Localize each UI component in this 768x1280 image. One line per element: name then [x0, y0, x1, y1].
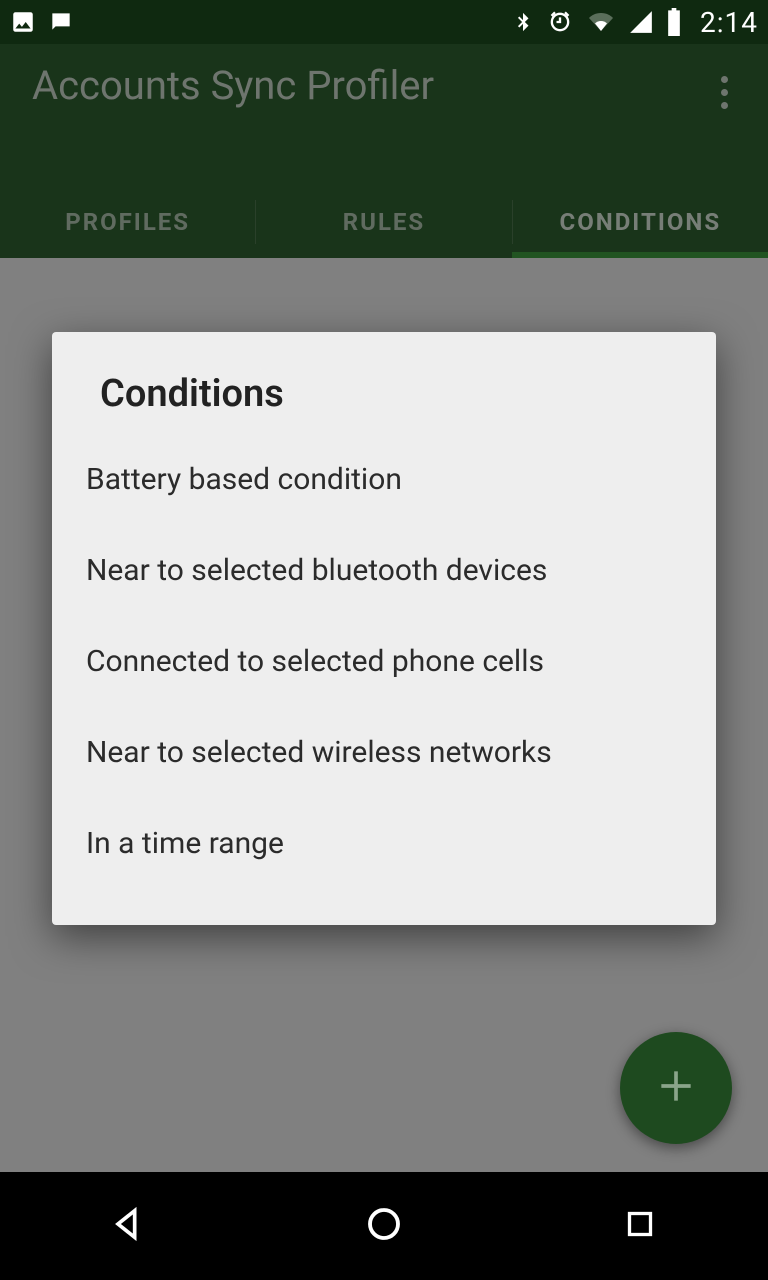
dialog-item-wifi[interactable]: Near to selected wireless networks — [52, 707, 716, 798]
picture-icon — [10, 9, 36, 35]
recents-icon — [622, 1206, 658, 1246]
app-bar: Accounts Sync Profiler PROFILES RULES CO… — [0, 44, 768, 258]
back-button[interactable] — [68, 1196, 188, 1256]
dialog-item-battery[interactable]: Battery based condition — [52, 434, 716, 525]
dialog-item-bluetooth[interactable]: Near to selected bluetooth devices — [52, 525, 716, 616]
bbm-icon — [48, 9, 74, 35]
dialog-title: Conditions — [52, 372, 716, 434]
status-clock: 2:14 — [700, 6, 758, 39]
home-icon — [363, 1203, 405, 1249]
add-fab[interactable] — [620, 1032, 732, 1144]
dialog-item-label: Battery based condition — [86, 462, 402, 497]
alarm-icon — [546, 8, 574, 36]
conditions-dialog: Conditions Battery based condition Near … — [52, 332, 716, 925]
scrim[interactable] — [0, 44, 768, 258]
dialog-item-label: Connected to selected phone cells — [86, 644, 544, 679]
plus-icon — [654, 1064, 698, 1112]
wifi-icon — [586, 10, 616, 34]
cell-signal-icon — [628, 9, 654, 35]
back-icon — [108, 1204, 148, 1248]
dialog-item-label: In a time range — [86, 826, 284, 861]
battery-icon — [666, 8, 682, 36]
dialog-item-label: Near to selected bluetooth devices — [86, 553, 547, 588]
status-bar: 2:14 — [0, 0, 768, 44]
system-nav-bar — [0, 1172, 768, 1280]
recents-button[interactable] — [580, 1196, 700, 1256]
dialog-item-cells[interactable]: Connected to selected phone cells — [52, 616, 716, 707]
bluetooth-icon — [512, 8, 534, 36]
home-button[interactable] — [324, 1196, 444, 1256]
dialog-item-time[interactable]: In a time range — [52, 798, 716, 889]
dialog-item-label: Near to selected wireless networks — [86, 735, 552, 770]
